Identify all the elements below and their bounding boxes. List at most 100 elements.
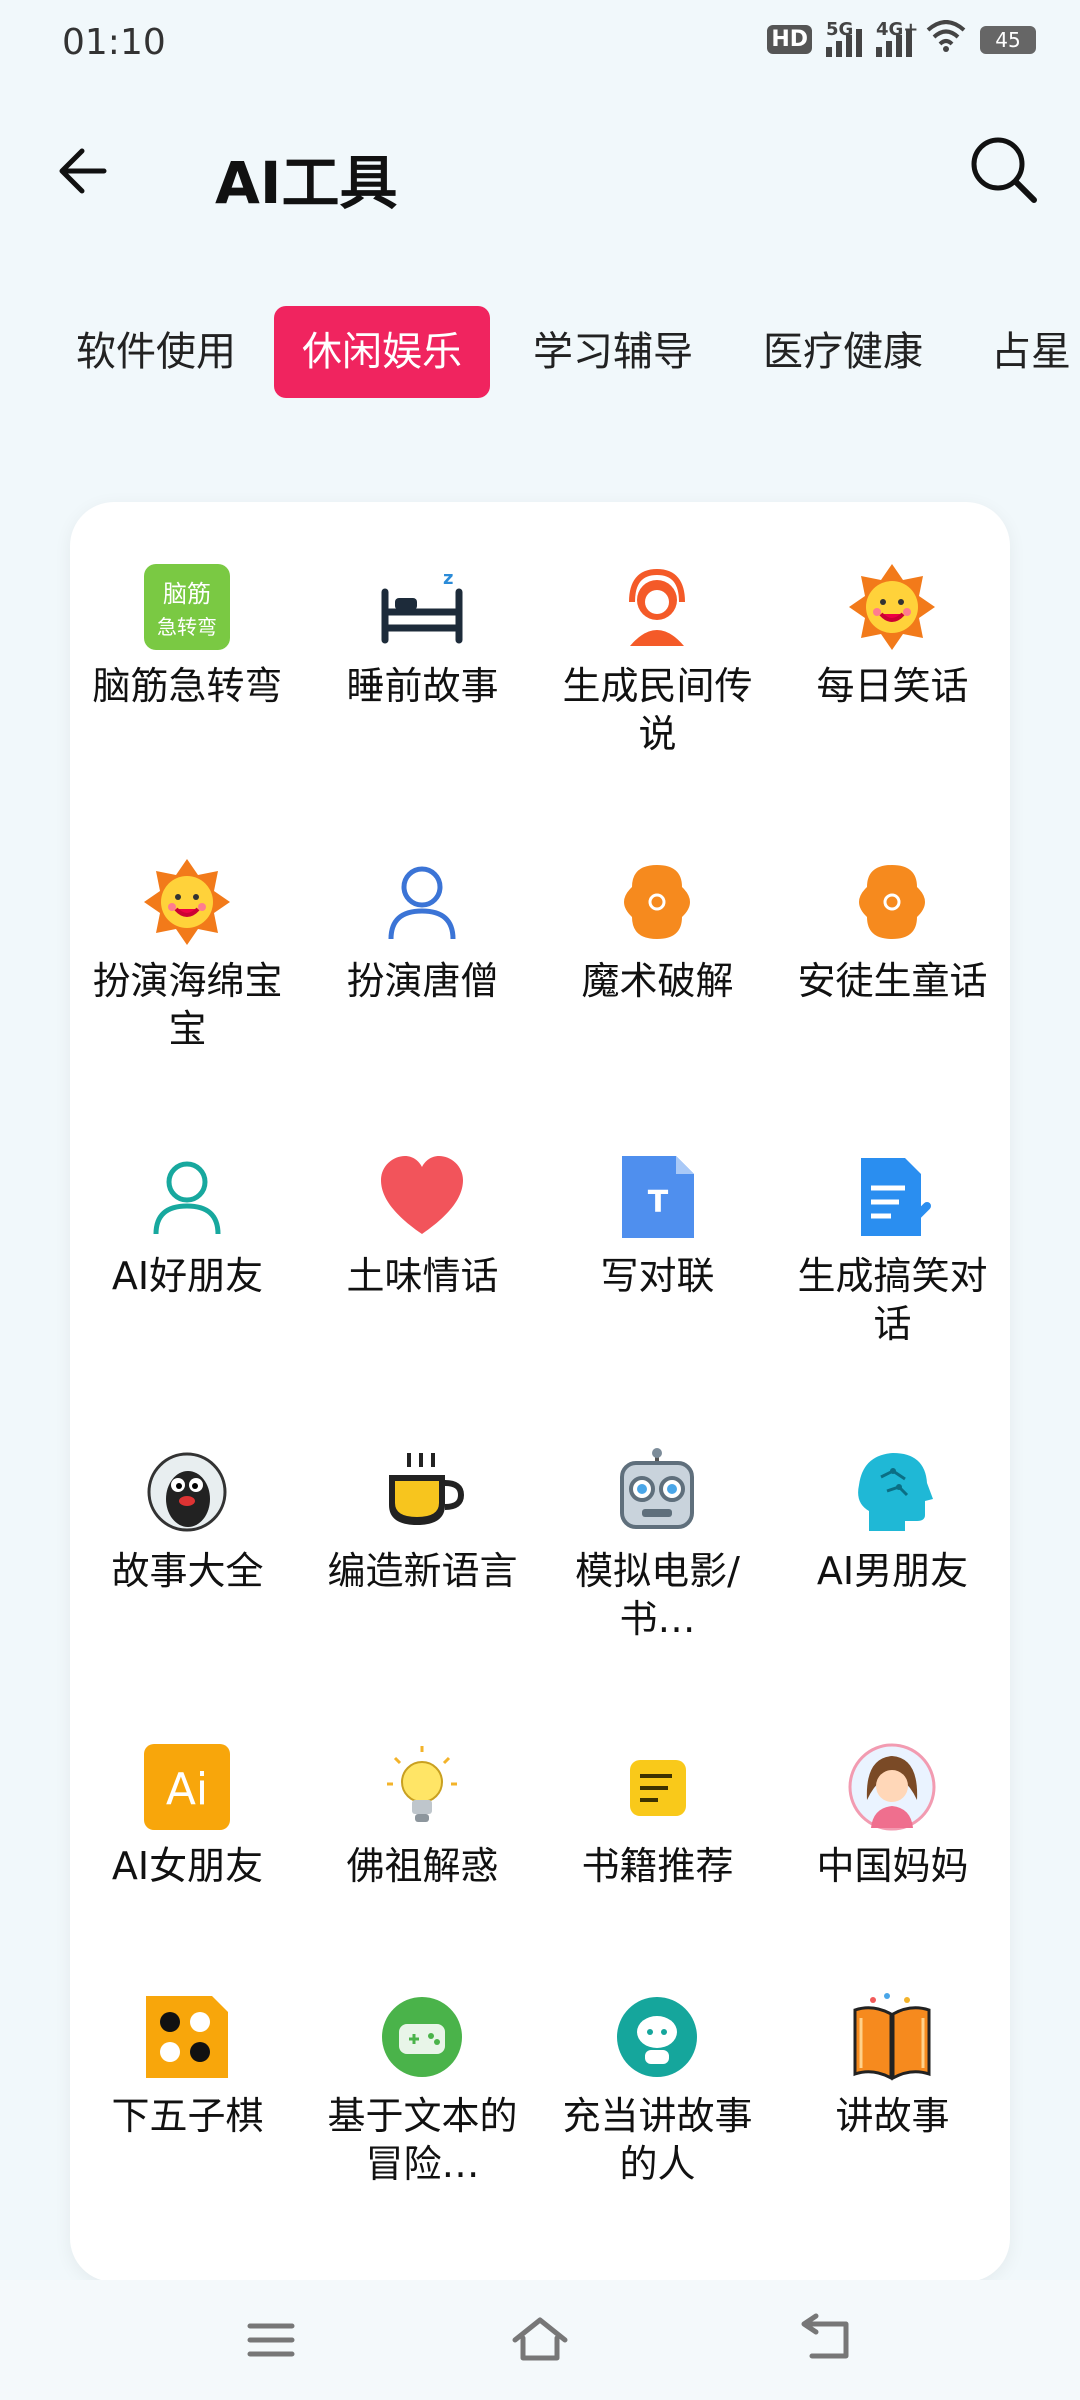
system-nav-bar [0, 2280, 1080, 2400]
back-button[interactable] [52, 136, 122, 206]
sun-face-icon [144, 859, 230, 945]
tool-label: AI女朋友 [111, 1844, 264, 1888]
note-icon [630, 1760, 686, 1816]
signal-4g-icon: 4G+ [876, 19, 918, 57]
tab-study[interactable]: 学习辅导 [505, 306, 721, 398]
mole-cartoon-icon [147, 1452, 227, 1532]
tool-label: 讲故事 [835, 2094, 950, 2138]
person-outline-icon [153, 1161, 221, 1235]
tool-label: 模拟电影/书… [575, 1549, 740, 1641]
svg-text:z: z [443, 568, 453, 589]
battery-icon: 45 [980, 25, 1036, 54]
category-tabs: 软件使用 休闲娱乐 学习辅导 医疗健康 占星 [0, 300, 1080, 400]
svg-text:急转弯: 急转弯 [157, 615, 217, 639]
hd-badge: HD [767, 25, 812, 54]
ai-head-icon [858, 1453, 933, 1531]
tool-label: 扮演唐僧 [346, 959, 499, 1003]
tools-grid-card: 脑筋 急转弯 脑筋急转弯 z 睡前故事 生成民间传说 每日笑话 扮演海绵宝宝 扮… [70, 502, 1010, 2282]
orange-flower-icon [624, 865, 690, 939]
tool-label: 写对联 [600, 1254, 715, 1298]
tool-item[interactable]: 下五子棋 [70, 1932, 305, 2202]
tab-software[interactable]: 软件使用 [48, 306, 264, 398]
home-icon [512, 2317, 568, 2361]
status-time: 01:10 [62, 22, 166, 63]
tool-item[interactable]: 每日笑话 [775, 502, 1010, 772]
svg-text:T: T [648, 1185, 669, 1220]
svg-text:脑筋: 脑筋 [163, 580, 211, 608]
ai-logo-icon: Ai [144, 1744, 230, 1830]
signal-5g-icon: 5G [826, 19, 862, 57]
brain-teaser-icon: 脑筋 急转弯 [144, 564, 230, 650]
tool-label: 魔术破解 [581, 959, 734, 1003]
tool-item[interactable]: 安徒生童话 [775, 797, 1010, 1067]
gomoku-icon [146, 1996, 228, 2078]
tool-item[interactable]: 书籍推荐 [540, 1682, 775, 1952]
tool-label: AI好朋友 [111, 1254, 264, 1298]
tool-label: 睡前故事 [346, 664, 499, 708]
tool-label: 每日笑话 [816, 664, 969, 708]
home-button[interactable] [505, 2310, 575, 2370]
tool-label: 基于文本的冒险… [327, 2094, 518, 2186]
tool-label: 充当讲故事的人 [562, 2094, 753, 2186]
woman-avatar-icon [848, 1743, 936, 1831]
tool-label: 故事大全 [111, 1549, 264, 1593]
tool-item[interactable]: AI男朋友 [775, 1387, 1010, 1657]
status-bar: 01:10 HD 5G 4G+ 45 [0, 0, 1080, 90]
robot-icon [620, 1448, 694, 1529]
app-bar: AI工具 [0, 110, 1080, 230]
tool-item[interactable]: 生成民间传说 [540, 502, 775, 772]
tool-item[interactable]: 扮演海绵宝宝 [70, 797, 305, 1067]
wifi-icon [926, 20, 966, 59]
tool-item[interactable]: 模拟电影/书… [540, 1387, 775, 1657]
tool-item[interactable]: 充当讲故事的人 [540, 1932, 775, 2202]
tool-label: 佛祖解惑 [346, 1844, 499, 1888]
tool-item[interactable]: 编造新语言 [305, 1387, 540, 1657]
tool-item[interactable]: 基于文本的冒险… [305, 1932, 540, 2202]
tool-item[interactable]: 故事大全 [70, 1387, 305, 1657]
tool-label: 中国妈妈 [816, 1844, 969, 1888]
storyteller-robot-icon [617, 1997, 697, 2077]
tab-leisure[interactable]: 休闲娱乐 [274, 306, 490, 398]
tool-item[interactable]: 扮演唐僧 [305, 797, 540, 1067]
back-nav-button[interactable] [790, 2310, 860, 2370]
back-nav-icon [801, 2313, 849, 2359]
text-document-icon: T [622, 1156, 694, 1238]
tool-item[interactable]: 生成搞笑对话 [775, 1092, 1010, 1362]
tool-label: 扮演海绵宝宝 [92, 959, 283, 1051]
svg-text:Ai: Ai [166, 1764, 208, 1815]
tool-item[interactable]: 魔术破解 [540, 797, 775, 1067]
person-outline-icon [388, 866, 456, 940]
headset-person-icon [629, 568, 685, 646]
tool-item[interactable]: 讲故事 [775, 1932, 1010, 2202]
tab-health[interactable]: 医疗健康 [735, 306, 951, 398]
status-icons: HD 5G 4G+ 45 [767, 19, 1036, 59]
recent-apps-button[interactable] [236, 2310, 306, 2370]
heart-icon [381, 1156, 463, 1234]
tool-label: 生成搞笑对话 [797, 1254, 988, 1346]
tool-item[interactable]: AI好朋友 [70, 1092, 305, 1362]
arrow-left-icon [59, 148, 107, 194]
page-title: AI工具 [215, 149, 398, 217]
menu-icon [247, 2323, 295, 2357]
orange-flower-icon [859, 865, 925, 939]
tool-item[interactable]: Ai AI女朋友 [70, 1682, 305, 1952]
tool-label: 土味情话 [346, 1254, 499, 1298]
tool-item[interactable]: z 睡前故事 [305, 502, 540, 772]
tool-item[interactable]: 佛祖解惑 [305, 1682, 540, 1952]
search-button[interactable] [966, 132, 1042, 208]
tool-label: 安徒生童话 [797, 959, 988, 1003]
tab-astrology[interactable]: 占星 [963, 306, 1080, 398]
tool-item[interactable]: T 写对联 [540, 1092, 775, 1362]
tool-item[interactable]: 土味情话 [305, 1092, 540, 1362]
search-icon [971, 137, 1037, 203]
tool-item[interactable]: 脑筋 急转弯 脑筋急转弯 [70, 502, 305, 772]
tool-label: 编造新语言 [327, 1549, 518, 1593]
bed-icon: z [381, 568, 463, 644]
game-controller-icon [382, 1997, 462, 2077]
sun-face-icon [849, 564, 935, 650]
coffee-cup-icon [389, 1453, 465, 1525]
lightbulb-icon [387, 1746, 457, 1822]
tool-item[interactable]: 中国妈妈 [775, 1682, 1010, 1952]
tool-label: 书籍推荐 [581, 1844, 734, 1888]
tool-label: 脑筋急转弯 [92, 664, 283, 708]
